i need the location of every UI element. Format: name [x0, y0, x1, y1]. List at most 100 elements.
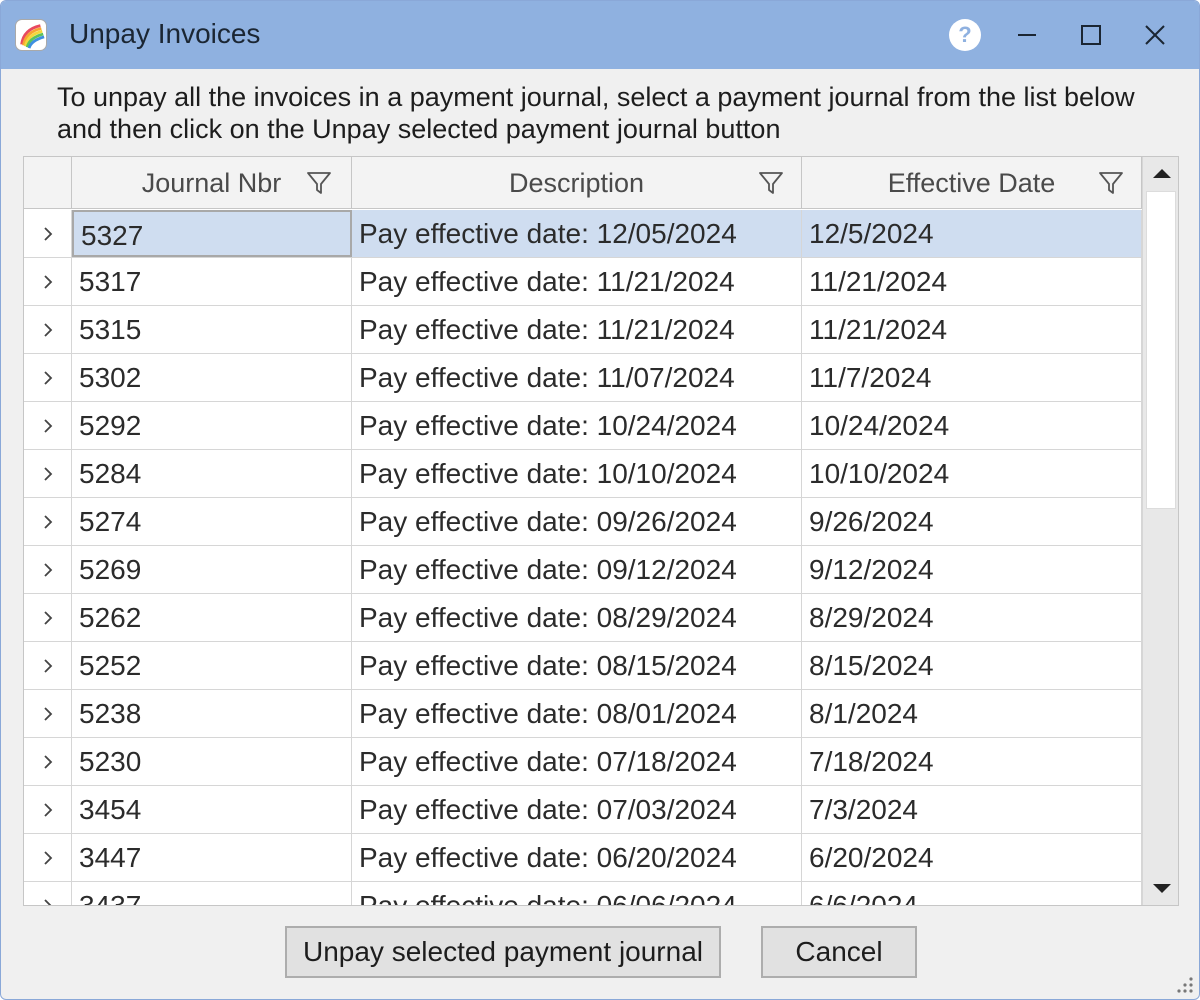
- cell-description[interactable]: Pay effective date: 08/01/2024: [352, 690, 802, 737]
- resize-grip-icon[interactable]: [1173, 973, 1195, 995]
- table-row[interactable]: 5317 Pay effective date: 11/21/2024 11/21/…: [24, 258, 1142, 306]
- cell-description[interactable]: Pay effective date: 09/12/2024: [352, 546, 802, 593]
- row-expander[interactable]: [24, 642, 72, 689]
- row-expander[interactable]: [24, 594, 72, 641]
- column-header-effective-date[interactable]: Effective Date: [802, 157, 1142, 209]
- table-row[interactable]: 5315 Pay effective date: 11/21/2024 11/21/…: [24, 306, 1142, 354]
- unpay-selected-journal-button[interactable]: Unpay selected payment journal: [285, 926, 721, 978]
- cell-effective-date[interactable]: 6/20/2024: [802, 834, 1142, 881]
- close-button[interactable]: [1135, 15, 1175, 55]
- column-header-label: Journal Nbr: [141, 168, 282, 198]
- cancel-button[interactable]: Cancel: [761, 926, 917, 978]
- chevron-right-icon: [43, 515, 52, 529]
- cell-effective-date[interactable]: 9/26/2024: [802, 498, 1142, 545]
- table-row[interactable]: 5302 Pay effective date: 11/07/2024 11/7/2…: [24, 354, 1142, 402]
- table-row[interactable]: 3454 Pay effective date: 07/03/2024 7/3/20…: [24, 786, 1142, 834]
- column-header-journal-nbr[interactable]: Journal Nbr: [72, 157, 352, 209]
- cell-journal-nbr[interactable]: 5262: [72, 594, 352, 641]
- minimize-icon: [1018, 34, 1036, 36]
- close-icon: [1145, 25, 1165, 45]
- cell-effective-date[interactable]: 8/29/2024: [802, 594, 1142, 641]
- minimize-button[interactable]: [1007, 15, 1047, 55]
- cell-effective-date[interactable]: 10/24/2024: [802, 402, 1142, 449]
- cell-journal-nbr[interactable]: 5269: [72, 546, 352, 593]
- table-row[interactable]: 5284 Pay effective date: 10/10/2024 10/10/…: [24, 450, 1142, 498]
- cell-effective-date[interactable]: 8/1/2024: [802, 690, 1142, 737]
- table-row[interactable]: 5238 Pay effective date: 08/01/2024 8/1/20…: [24, 690, 1142, 738]
- scrollbar-thumb[interactable]: [1146, 191, 1176, 509]
- cell-description[interactable]: Pay effective date: 08/29/2024: [352, 594, 802, 641]
- table-row[interactable]: 5292 Pay effective date: 10/24/2024 10/24/…: [24, 402, 1142, 450]
- scroll-up-icon[interactable]: [1150, 165, 1174, 181]
- scroll-down-icon[interactable]: [1150, 881, 1174, 897]
- cell-journal-nbr[interactable]: 3437: [72, 882, 352, 905]
- cell-effective-date[interactable]: 6/6/2024: [802, 882, 1142, 905]
- cell-effective-date[interactable]: 11/21/2024: [802, 306, 1142, 353]
- table-row[interactable]: 5327 Pay effective date: 12/05/2024 12/5/2…: [24, 210, 1142, 258]
- title-bar[interactable]: Unpay Invoices ?: [1, 1, 1199, 69]
- table-row[interactable]: 3437 Pay effective date: 06/06/2024 6/6/20…: [24, 882, 1142, 905]
- column-header-label: Effective Date: [887, 168, 1056, 198]
- cell-effective-date[interactable]: 12/5/2024: [802, 210, 1142, 257]
- help-button[interactable]: ?: [945, 15, 985, 55]
- table-row[interactable]: 5262 Pay effective date: 08/29/2024 8/29/2…: [24, 594, 1142, 642]
- row-expander[interactable]: [24, 690, 72, 737]
- cell-journal-nbr[interactable]: 5292: [72, 402, 352, 449]
- cell-description[interactable]: Pay effective date: 08/15/2024: [352, 642, 802, 689]
- cell-journal-nbr[interactable]: 3447: [72, 834, 352, 881]
- journal-grid[interactable]: Journal Nbr Description Effective Date 5…: [23, 156, 1179, 906]
- row-expander[interactable]: [24, 210, 72, 257]
- row-expander[interactable]: [24, 882, 72, 905]
- cell-journal-nbr[interactable]: 5238: [72, 690, 352, 737]
- cell-effective-date[interactable]: 7/18/2024: [802, 738, 1142, 785]
- row-expander[interactable]: [24, 498, 72, 545]
- table-row[interactable]: 5269 Pay effective date: 09/12/2024 9/12/2…: [24, 546, 1142, 594]
- cell-description[interactable]: Pay effective date: 11/07/2024: [352, 354, 802, 401]
- cell-description[interactable]: Pay effective date: 06/06/2024: [352, 882, 802, 905]
- cell-description[interactable]: Pay effective date: 10/24/2024: [352, 402, 802, 449]
- row-expander[interactable]: [24, 306, 72, 353]
- cell-journal-nbr[interactable]: 5315: [72, 306, 352, 353]
- cell-effective-date[interactable]: 10/10/2024: [802, 450, 1142, 497]
- table-row[interactable]: 5274 Pay effective date: 09/26/2024 9/26/2…: [24, 498, 1142, 546]
- row-expander[interactable]: [24, 738, 72, 785]
- maximize-button[interactable]: [1071, 15, 1111, 55]
- cell-journal-nbr[interactable]: 5252: [72, 642, 352, 689]
- cell-effective-date[interactable]: 9/12/2024: [802, 546, 1142, 593]
- cell-description[interactable]: Pay effective date: 07/03/2024: [352, 786, 802, 833]
- cell-description[interactable]: Pay effective date: 10/10/2024: [352, 450, 802, 497]
- row-expander[interactable]: [24, 258, 72, 305]
- row-expander[interactable]: [24, 450, 72, 497]
- cell-effective-date[interactable]: 11/21/2024: [802, 258, 1142, 305]
- cell-journal-nbr[interactable]: 5317: [72, 258, 352, 305]
- row-expander[interactable]: [24, 786, 72, 833]
- header-expander-cell: [24, 157, 72, 209]
- cell-journal-nbr[interactable]: 5302: [72, 354, 352, 401]
- cell-journal-nbr[interactable]: 5274: [72, 498, 352, 545]
- cell-description[interactable]: Pay effective date: 07/18/2024: [352, 738, 802, 785]
- cell-description[interactable]: Pay effective date: 06/20/2024: [352, 834, 802, 881]
- table-row[interactable]: 3447 Pay effective date: 06/20/2024 6/20/2…: [24, 834, 1142, 882]
- filter-icon[interactable]: [306, 170, 332, 196]
- vertical-scrollbar[interactable]: [1142, 157, 1178, 905]
- cell-journal-nbr[interactable]: 3454: [72, 786, 352, 833]
- cell-effective-date[interactable]: 7/3/2024: [802, 786, 1142, 833]
- cell-description[interactable]: Pay effective date: 12/05/2024: [352, 210, 802, 257]
- row-expander[interactable]: [24, 834, 72, 881]
- row-expander[interactable]: [24, 402, 72, 449]
- table-row[interactable]: 5230 Pay effective date: 07/18/2024 7/18/2…: [24, 738, 1142, 786]
- filter-icon[interactable]: [758, 170, 784, 196]
- cell-journal-nbr[interactable]: 5327: [72, 210, 352, 257]
- cell-effective-date[interactable]: 8/15/2024: [802, 642, 1142, 689]
- cell-description[interactable]: Pay effective date: 11/21/2024: [352, 306, 802, 353]
- cell-description[interactable]: Pay effective date: 09/26/2024: [352, 498, 802, 545]
- cell-effective-date[interactable]: 11/7/2024: [802, 354, 1142, 401]
- row-expander[interactable]: [24, 546, 72, 593]
- cell-journal-nbr[interactable]: 5230: [72, 738, 352, 785]
- column-header-description[interactable]: Description: [352, 157, 802, 209]
- cell-journal-nbr[interactable]: 5284: [72, 450, 352, 497]
- cell-description[interactable]: Pay effective date: 11/21/2024: [352, 258, 802, 305]
- filter-icon[interactable]: [1098, 170, 1124, 196]
- table-row[interactable]: 5252 Pay effective date: 08/15/2024 8/15/2…: [24, 642, 1142, 690]
- row-expander[interactable]: [24, 354, 72, 401]
